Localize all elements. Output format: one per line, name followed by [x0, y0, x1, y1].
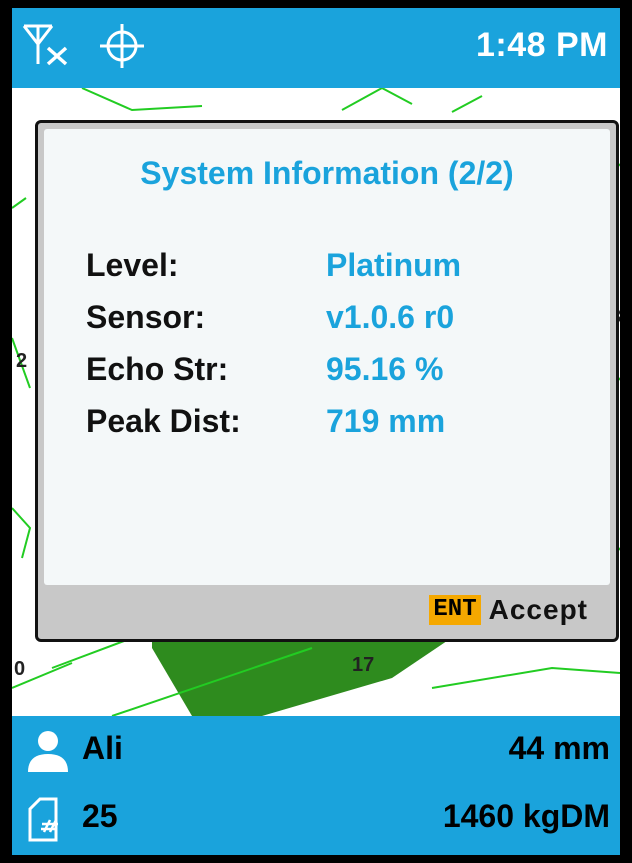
gps-crosshair-icon [100, 22, 148, 75]
info-value: v1.0.6 r0 [326, 299, 455, 335]
bale-count-icon [26, 796, 70, 849]
map-grid-label: 2 [16, 350, 28, 372]
accept-button[interactable]: ENT Accept [429, 593, 588, 627]
clock: 1:48 PM [476, 26, 608, 64]
bottom-status-bar: Ali 44 mm 25 1460 kgDM [12, 716, 620, 855]
info-label: Peak Dist: [86, 403, 241, 439]
bale-line: 25 1460 kgDM [12, 790, 620, 850]
info-label: Level: [86, 247, 179, 283]
dialog-title: System Information (2/2) [140, 155, 514, 191]
distance-value: 44 mm [508, 730, 610, 766]
operator-line: Ali 44 mm [12, 722, 620, 782]
map-grid-label: 0 [14, 658, 26, 680]
ent-key-badge: ENT [429, 595, 481, 625]
info-label: Echo Str: [86, 351, 229, 387]
no-signal-antenna-icon [20, 22, 72, 73]
status-bar: 1:48 PM [12, 8, 620, 88]
accept-label: Accept [488, 594, 588, 625]
map-grid-label: 17 [352, 654, 375, 676]
info-value: 95.16 % [326, 351, 444, 387]
info-label: Sensor: [86, 299, 206, 335]
info-value: Platinum [326, 247, 462, 283]
user-icon [26, 728, 70, 779]
screen: 1:48 PM 2 0 17 System Information (2/2) … [12, 8, 620, 855]
weight-value: 1460 kgDM [442, 798, 610, 834]
info-value: 719 mm [326, 403, 446, 439]
operator-name: Ali [82, 730, 123, 766]
device-frame: 1:48 PM 2 0 17 System Information (2/2) … [0, 0, 632, 863]
bale-count: 25 [82, 798, 118, 834]
system-info-dialog: System Information (2/2) Level: Platinum… [35, 120, 619, 642]
dialog-content: System Information (2/2) Level: Platinum… [44, 129, 610, 585]
